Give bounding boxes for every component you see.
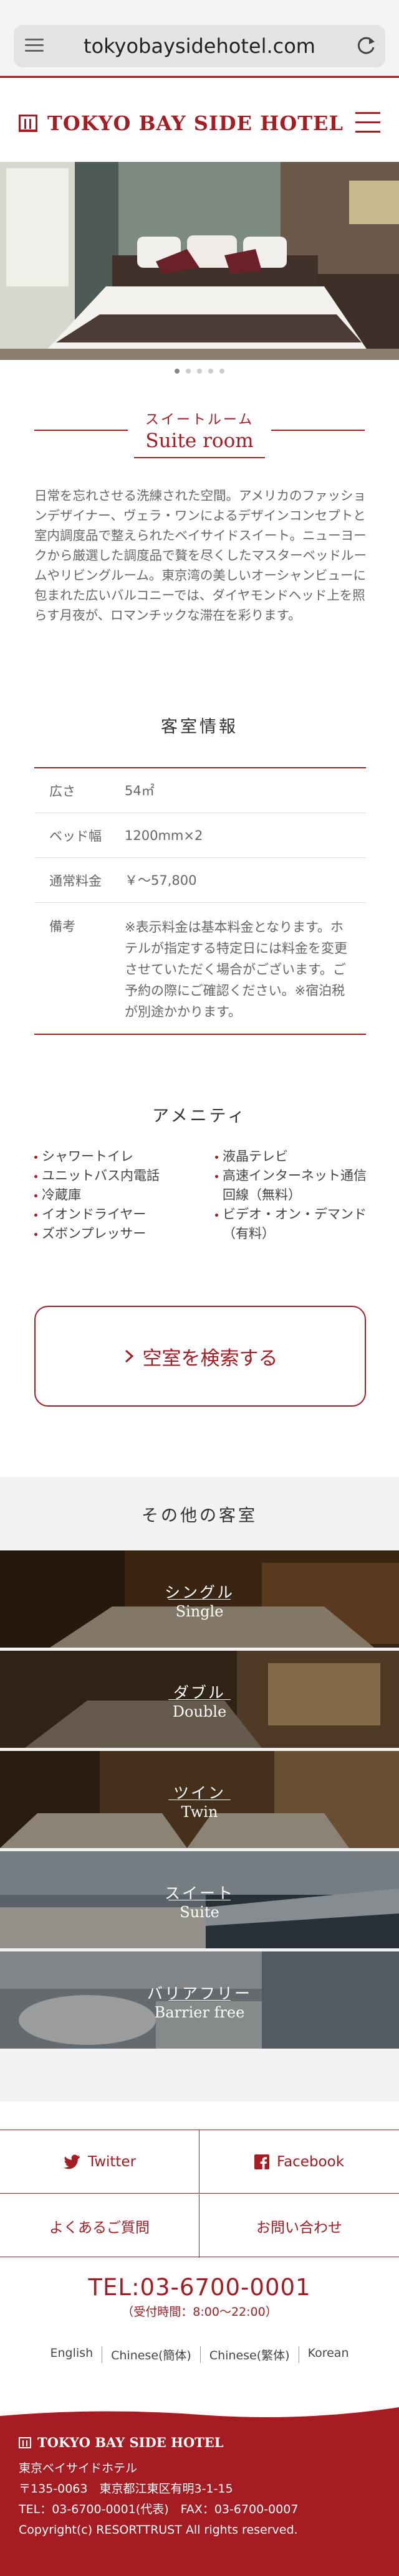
carousel-dot[interactable] (219, 369, 224, 374)
room-link-en: Barrier free (154, 2004, 245, 2021)
footer-copyright: Copyright(c) RESORTTRUST All rights rese… (19, 2523, 298, 2537)
room-link-en: Single (175, 1603, 224, 1620)
url-text: tokyobaysidehotel.com (84, 34, 315, 58)
carousel-dot[interactable] (175, 369, 180, 374)
room-title-ja: スイートルーム (145, 412, 254, 428)
amenities-heading: アメニティ (151, 1106, 248, 1126)
browser-bar: tokyobaysidehotel.com (0, 0, 399, 76)
room-link-divider (168, 1599, 231, 1600)
phone-number-link[interactable]: TEL:03-6700-0001 (0, 2274, 399, 2301)
other-rooms-heading: その他の客室 (142, 1506, 257, 1526)
amenity-item: ズボンプレッサー (34, 1224, 215, 1243)
faq-label: よくあるご質問 (49, 2220, 150, 2236)
reception-hours: （受付時間：8:00～22:00） (122, 2305, 277, 2319)
amenity-item: シャワートイレ (34, 1147, 215, 1166)
spec-key: 広さ (49, 783, 75, 799)
specs-heading: 客室情報 (161, 717, 238, 737)
facebook-link[interactable]: Facebook (200, 2130, 399, 2194)
carousel-dot[interactable] (197, 369, 202, 374)
spec-row: 広さ 54㎡ (34, 768, 366, 813)
room-link-barrier-free[interactable]: バリアフリー Barrier free (0, 1951, 399, 2049)
footer-hotel-name: 東京ベイサイドホテル (19, 2461, 138, 2475)
hero-room-photo (0, 162, 399, 360)
room-link-single[interactable]: シングル Single (0, 1550, 399, 1648)
footer-wave (0, 2404, 399, 2417)
amenity-item: ビデオ・オン・デマンド（有料） (215, 1205, 371, 1243)
room-description: 日常を忘れさせる洗練された空間。アメリカのファッションデザイナー、ヴェラ・ワンに… (34, 488, 367, 623)
chevron-right-icon (125, 1349, 133, 1363)
spec-value: 1200mm×2 (125, 828, 203, 843)
room-link-en: Double (172, 1703, 227, 1720)
logo-text: TOKYO BAY SIDE HOTEL (47, 111, 344, 135)
language-link-korean[interactable]: Korean (298, 2346, 358, 2363)
facebook-icon (254, 2154, 269, 2169)
search-availability-button[interactable]: 空室を検索する (34, 1306, 366, 1407)
room-title-en: Suite room (145, 430, 254, 452)
room-link-twin[interactable]: ツイン Twin (0, 1751, 399, 1848)
address-bar[interactable]: tokyobaysidehotel.com (14, 25, 385, 67)
amenity-item: 液晶テレビ (215, 1147, 371, 1166)
site-logo[interactable]: TOKYO BAY SIDE HOTEL (19, 111, 344, 136)
spec-value: 54㎡ (125, 783, 155, 798)
spec-key: ベッド幅 (49, 828, 102, 844)
contact-link[interactable]: お問い合わせ (200, 2194, 399, 2258)
contact-label: お問い合わせ (256, 2220, 342, 2236)
spec-row: 通常料金 ￥～57,800 (34, 858, 366, 903)
spec-value: ￥～57,800 (125, 872, 197, 888)
title-underline (134, 457, 265, 458)
amenity-item: イオンドライヤー (34, 1205, 215, 1224)
room-link-divider (168, 1699, 231, 1700)
amenities-list: シャワートイレ ユニットバス内電話 冷蔵庫 イオンドライヤー ズボンプレッサー … (34, 1147, 371, 1243)
hotel-logo-icon (19, 2437, 31, 2448)
room-link-en: Twin (181, 1803, 218, 1821)
footer-address-block: 東京ベイサイドホテル 〒135-0063 東京都江東区有明3-1-15 TEL：… (19, 2458, 387, 2541)
hamburger-menu-icon[interactable] (355, 112, 380, 133)
specs-table: 広さ 54㎡ ベッド幅 1200mm×2 通常料金 ￥～57,800 備考 ※表… (34, 767, 366, 1035)
spec-row: 備考 ※表示料金は基本料金となります。ホテルが指定する特定日には料金を変更させて… (34, 903, 366, 1034)
spec-value: ※表示料金は基本料金となります。ホテルが指定する特定日には料金を変更させていただ… (125, 920, 347, 1019)
twitter-link[interactable]: Twitter (0, 2130, 200, 2194)
footer-logo-text: TOKYO BAY SIDE HOTEL (37, 2435, 224, 2450)
spec-row: ベッド幅 1200mm×2 (34, 813, 366, 858)
language-switcher: English Chinese(簡体) Chinese(繁体) Korean (25, 2346, 374, 2363)
language-link-chinese-simplified[interactable]: Chinese(簡体) (102, 2346, 200, 2363)
amenity-item: 冷蔵庫 (34, 1186, 215, 1205)
language-link-english[interactable]: English (42, 2346, 102, 2363)
carousel-dot[interactable] (186, 369, 191, 374)
footer-logo: TOKYO BAY SIDE HOTEL (19, 2435, 224, 2450)
language-link-chinese-traditional[interactable]: Chinese(繁体) (200, 2346, 299, 2363)
room-link-suite[interactable]: スイート Suite (0, 1851, 399, 1948)
hotel-logo-icon (19, 115, 37, 132)
amenity-item: 高速インターネット通信回線（無料） (215, 1166, 371, 1205)
room-link-double[interactable]: ダブル Double (0, 1651, 399, 1748)
links-grid: Twitter Facebook よくあるご質問 お問い合わせ (0, 2130, 399, 2258)
room-link-divider (168, 2000, 231, 2001)
search-button-label: 空室を検索する (142, 1347, 278, 1370)
twitter-icon (63, 2154, 80, 2169)
footer-tel-fax: TEL：03-6700-0001(代表) FAX：03-6700-0007 (19, 2503, 299, 2516)
spec-key: 通常料金 (49, 873, 102, 889)
room-link-en: Suite (180, 1904, 219, 1921)
twitter-label: Twitter (87, 2153, 137, 2170)
spec-key: 備考 (49, 919, 75, 934)
facebook-label: Facebook (276, 2153, 345, 2170)
amenities-column: シャワートイレ ユニットバス内電話 冷蔵庫 イオンドライヤー ズボンプレッサー (34, 1147, 215, 1243)
faq-link[interactable]: よくあるご質問 (0, 2194, 200, 2258)
carousel-dots[interactable] (0, 369, 399, 377)
carousel-dot[interactable] (208, 369, 213, 374)
amenity-item: ユニットバス内電話 (34, 1166, 215, 1186)
reload-icon[interactable] (355, 35, 377, 56)
amenities-column: 液晶テレビ 高速インターネット通信回線（無料） ビデオ・オン・デマンド（有料） (215, 1147, 371, 1243)
footer-address: 〒135-0063 東京都江東区有明3-1-15 (19, 2482, 233, 2496)
